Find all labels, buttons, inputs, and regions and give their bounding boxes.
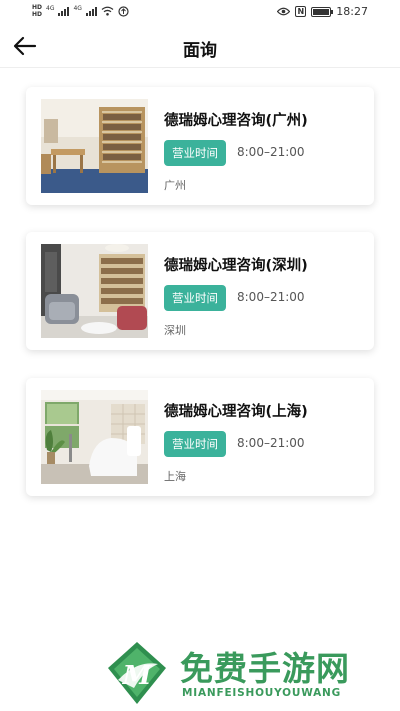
store-name: 德瑞姆心理咨询(深圳): [164, 258, 308, 274]
nfc-icon: N: [295, 6, 307, 17]
hours-badge: 营业时间: [164, 140, 226, 166]
hours-badge: 营业时间: [164, 285, 226, 311]
store-card-shenzhen[interactable]: 德瑞姆心理咨询(深圳) 营业时间 8:00–21:00 深圳: [26, 232, 374, 350]
watermark-logo-icon: M: [108, 642, 166, 704]
hours-badge: 营业时间: [164, 431, 226, 457]
hd-indicator: HD HD: [32, 4, 42, 18]
wifi-icon: [101, 6, 114, 16]
signal-icon: [58, 6, 70, 16]
watermark-logo-letter: M: [122, 661, 153, 691]
status-left: HD HD 4G 4G: [32, 4, 129, 18]
battery-icon: [311, 6, 334, 17]
store-name: 德瑞姆心理咨询(上海): [164, 404, 308, 420]
data-saver-icon: [118, 5, 129, 17]
page-title: 面询: [183, 41, 217, 61]
store-card-guangzhou[interactable]: 德瑞姆心理咨询(广州) 营业时间 8:00–21:00 广州: [26, 87, 374, 205]
battery-level: [313, 8, 329, 15]
hours-value: 8:00–21:00: [237, 290, 305, 304]
hd-label-1: HD: [32, 4, 43, 11]
hd-label-2: HD: [32, 11, 43, 18]
hours-value: 8:00–21:00: [237, 436, 305, 450]
store-photo: [41, 244, 148, 338]
network-label-2: 4G: [73, 4, 82, 12]
network-label-1: 4G: [46, 4, 55, 12]
eye-icon: [277, 7, 291, 16]
store-city: 深圳: [164, 324, 186, 337]
store-name: 德瑞姆心理咨询(广州): [164, 113, 308, 129]
clock: 18:27: [336, 5, 368, 18]
signal-icon-2: [85, 6, 97, 16]
store-card-shanghai[interactable]: 德瑞姆心理咨询(上海) 营业时间 8:00–21:00 上海: [26, 378, 374, 496]
store-photo: [41, 99, 148, 193]
status-right: N 18:27: [277, 5, 368, 18]
watermark-title: 免费手游网: [180, 649, 350, 688]
watermark-subtitle: MIANFEISHOUYOUWANG: [182, 687, 342, 699]
hours-value: 8:00–21:00: [237, 145, 305, 159]
store-city: 上海: [164, 470, 186, 483]
store-city: 广州: [164, 179, 186, 192]
status-bar: HD HD 4G 4G N 18:27: [0, 0, 400, 26]
app-header: 面询: [0, 26, 400, 68]
store-photo: [41, 390, 148, 484]
site-watermark: M 免费手游网 MIANFEISHOUYOUWANG: [104, 640, 394, 706]
